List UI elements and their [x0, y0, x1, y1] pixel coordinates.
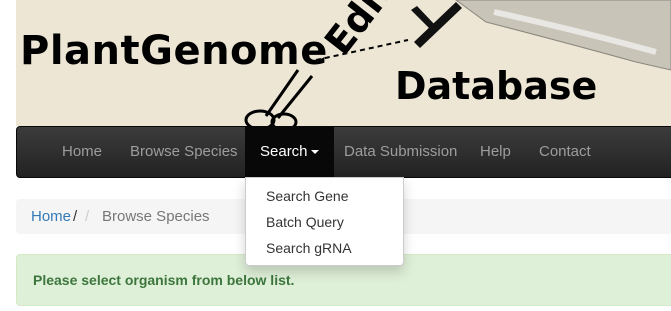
main-navbar: Home Browse Species Search Data Submissi… — [16, 126, 671, 178]
breadcrumb-separator: / — [73, 208, 78, 225]
nav-home[interactable]: Home — [62, 127, 102, 177]
site-banner: PlantGenome Editing Database — [16, 0, 671, 126]
menu-item-search-gene[interactable]: Search Gene — [266, 188, 349, 204]
breadcrumb-separator: / — [85, 208, 90, 225]
nav-help[interactable]: Help — [480, 127, 511, 177]
logo-plantgenome-text: PlantGenome — [20, 28, 328, 74]
caret-down-icon — [310, 150, 319, 155]
breadcrumb-home-link[interactable]: Home — [31, 199, 71, 234]
breadcrumb-current: Browse Species — [102, 208, 210, 225]
nav-data-submission[interactable]: Data Submission — [344, 127, 457, 177]
nav-contact[interactable]: Contact — [539, 127, 591, 177]
logo-database-text: Database — [395, 64, 598, 108]
menu-item-search-grna[interactable]: Search gRNA — [266, 240, 352, 256]
nav-browse-species[interactable]: Browse Species — [130, 127, 238, 177]
search-dropdown-menu: Search Gene Batch Query Search gRNA — [245, 177, 404, 266]
nav-search-dropdown-toggle[interactable]: Search — [245, 127, 334, 177]
menu-item-batch-query[interactable]: Batch Query — [266, 214, 344, 230]
alert-message: Please select organism from below list. — [33, 272, 295, 288]
nav-search-label: Search — [260, 143, 308, 160]
